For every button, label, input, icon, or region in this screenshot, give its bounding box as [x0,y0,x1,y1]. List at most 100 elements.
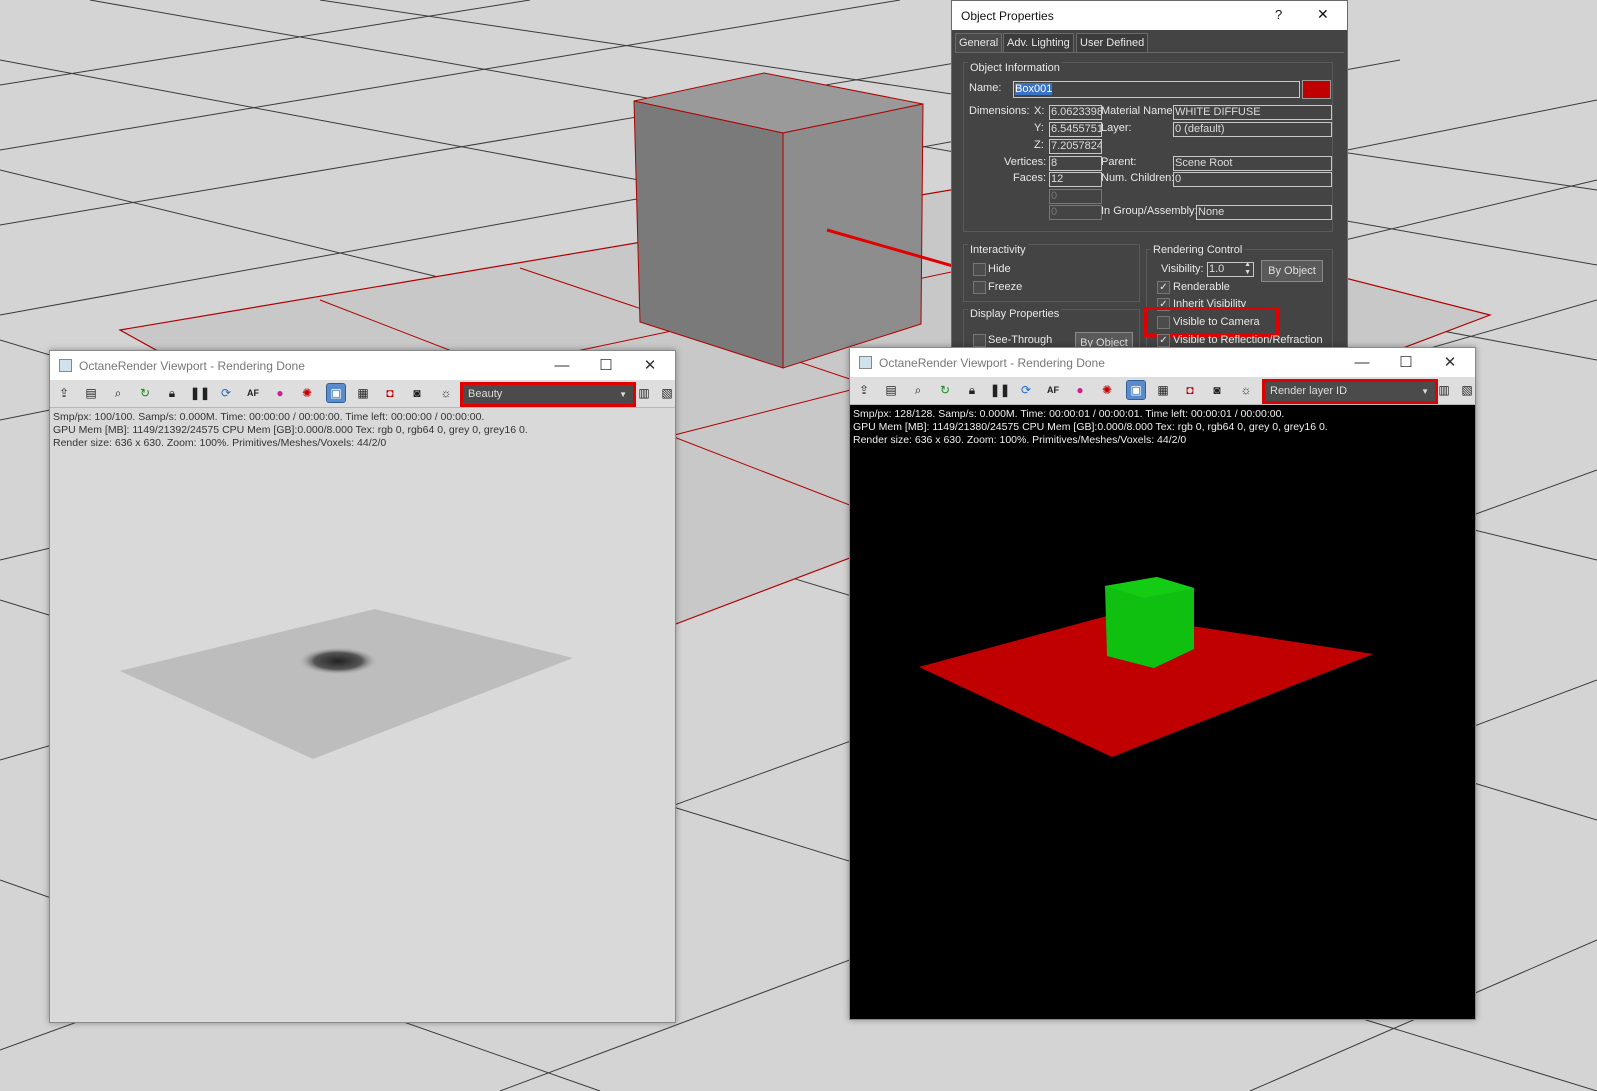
maximize-button[interactable]: ☐ [584,351,628,380]
beauty-render-image[interactable] [50,451,675,1011]
material-name-field[interactable]: WHITE DIFFUSE [1173,105,1332,120]
region-render-icon[interactable]: ◘ [381,384,399,402]
restart-render-icon[interactable]: ↻ [136,384,154,402]
y-label: Y: [1034,122,1044,134]
interactivity-label: Interactivity [968,244,1028,256]
viewport-titlebar[interactable]: OctaneRender Viewport - Rendering Done —… [50,351,675,380]
maximize-button[interactable]: ☐ [1384,348,1428,377]
tab-user-defined[interactable]: User Defined [1076,33,1149,53]
zoom-region-icon[interactable]: ⌕ [909,381,927,399]
object-information-label: Object Information [968,62,1062,74]
chevron-down-icon: ▼ [1421,387,1429,396]
settings-reset-icon[interactable]: ✺ [1098,381,1116,399]
visible-to-reflection-checkbox[interactable]: ✓ [1157,334,1170,347]
render-info-line-3: Render size: 636 x 630. Zoom: 100%. Prim… [53,437,387,449]
render-pass-dropdown[interactable]: Beauty ▼ [460,382,636,407]
layer-id-render-image[interactable] [850,448,1475,1008]
num-children-field: 0 [1173,172,1332,187]
film-icon[interactable]: ▦ [354,384,372,402]
render-info-panel: Smp/px: 128/128. Samp/s: 0.000M. Time: 0… [853,408,1328,447]
faces-field: 12 [1049,172,1102,187]
color-picker-icon[interactable]: ● [271,384,289,402]
renderable-checkbox[interactable]: ✓ [1157,281,1170,294]
help-button[interactable]: ? [1275,7,1282,22]
display-icon[interactable]: ▣ [1126,380,1146,400]
chevron-down-icon: ▼ [619,390,627,399]
camera-icon[interactable]: ◙ [408,384,426,402]
import-icon[interactable]: ⇪ [855,381,873,399]
zoom-region-icon[interactable]: ⌕ [109,384,127,402]
x-label: X: [1034,105,1045,117]
render-pass-value: Beauty [468,388,503,400]
tab-adv-lighting[interactable]: Adv. Lighting [1003,33,1074,53]
visibility-value: 1.0 [1209,263,1225,275]
table-icon[interactable]: ▥ [1435,381,1453,399]
visibility-spinner[interactable]: 1.0 ▲ ▼ [1207,262,1254,277]
in-group-label: In Group/Assembly: [1101,205,1198,217]
import-icon[interactable]: ⇪ [55,384,73,402]
name-field-value: Box001 [1015,83,1053,95]
dimension-x-field[interactable]: 6.0623398 [1049,105,1102,120]
display-icon[interactable]: ▣ [326,383,346,403]
color-picker-icon[interactable]: ● [1071,381,1089,399]
render-info-line-2: GPU Mem [MB]: 1149/21392/24575 CPU Mem [… [53,424,528,436]
visible-to-camera-highlight [1144,307,1279,337]
table-icon[interactable]: ▥ [635,384,653,402]
pause-icon[interactable]: ❚❚ [990,381,1010,399]
name-label: Name: [969,82,1002,94]
freeze-checkbox[interactable] [973,281,986,294]
object-color-swatch[interactable] [1302,80,1331,99]
region-render-icon[interactable]: ◘ [1181,381,1199,399]
minimize-button[interactable]: — [540,351,584,380]
window-app-icon [859,356,872,369]
save-icon[interactable]: ▧ [1458,381,1476,399]
faces-label: Faces: [1013,172,1047,184]
dimensions-label: Dimensions: [969,105,1030,117]
render-info-line-1: Smp/px: 128/128. Samp/s: 0.000M. Time: 0… [853,408,1285,420]
lock-icon[interactable]: 🔒︎ [963,381,981,399]
dimension-y-field[interactable]: 6.5455751 [1049,122,1102,137]
viewport-title: OctaneRender Viewport - Rendering Done [879,356,1105,370]
autofocus-icon[interactable]: AF [1044,381,1062,399]
save-icon[interactable]: ▧ [658,384,676,402]
restart-render-icon[interactable]: ↻ [936,381,954,399]
hide-label: Hide [988,263,1011,275]
render-pass-dropdown[interactable]: Render layer ID ▼ [1262,379,1438,404]
see-through-checkbox[interactable] [973,334,986,347]
z-label: Z: [1034,139,1044,151]
object-properties-dialog: Object Properties ? ✕ General Adv. Light… [951,0,1348,350]
settings-reset-icon[interactable]: ✺ [298,384,316,402]
layer-field[interactable]: 0 (default) [1173,122,1332,137]
dimension-z-field[interactable]: 7.2057824 [1049,139,1102,154]
close-button[interactable]: ✕ [1428,348,1472,377]
viewport-titlebar[interactable]: OctaneRender Viewport - Rendering Done —… [850,348,1475,377]
sun-icon[interactable]: ☼ [1237,381,1255,399]
material-name-label: Material Name: [1101,105,1176,117]
extra-count-field-2: 0 [1049,205,1102,220]
render-pass-value: Render layer ID [1270,385,1348,397]
render-info-panel: Smp/px: 100/100. Samp/s: 0.000M. Time: 0… [53,411,528,450]
tab-general[interactable]: General [955,33,1003,53]
rendering-control-label: Rendering Control [1151,244,1245,256]
camera-icon[interactable]: ◙ [1208,381,1226,399]
name-field[interactable]: Box001 [1013,81,1300,98]
minimize-button[interactable]: — [1340,348,1384,377]
clipboard-icon[interactable]: ▤ [82,384,100,402]
lock-icon[interactable]: 🔒︎ [163,384,181,402]
sun-icon[interactable]: ☼ [437,384,455,402]
dialog-titlebar[interactable]: Object Properties ? ✕ [952,1,1347,30]
film-icon[interactable]: ▦ [1154,381,1172,399]
pause-icon[interactable]: ❚❚ [190,384,210,402]
parent-field: Scene Root [1173,156,1332,171]
spinner-arrows-icon[interactable]: ▲ ▼ [1244,263,1251,276]
octane-viewport-layer-id-window: OctaneRender Viewport - Rendering Done —… [849,347,1476,1020]
by-object-render-button[interactable]: By Object [1261,260,1323,282]
autofocus-icon[interactable]: AF [244,384,262,402]
hide-checkbox[interactable] [973,263,986,276]
close-button[interactable]: ✕ [1317,6,1329,23]
refresh-icon[interactable]: ⟳ [217,384,235,402]
close-button[interactable]: ✕ [628,351,672,380]
refresh-icon[interactable]: ⟳ [1017,381,1035,399]
clipboard-icon[interactable]: ▤ [882,381,900,399]
num-children-label: Num. Children: [1101,172,1175,184]
